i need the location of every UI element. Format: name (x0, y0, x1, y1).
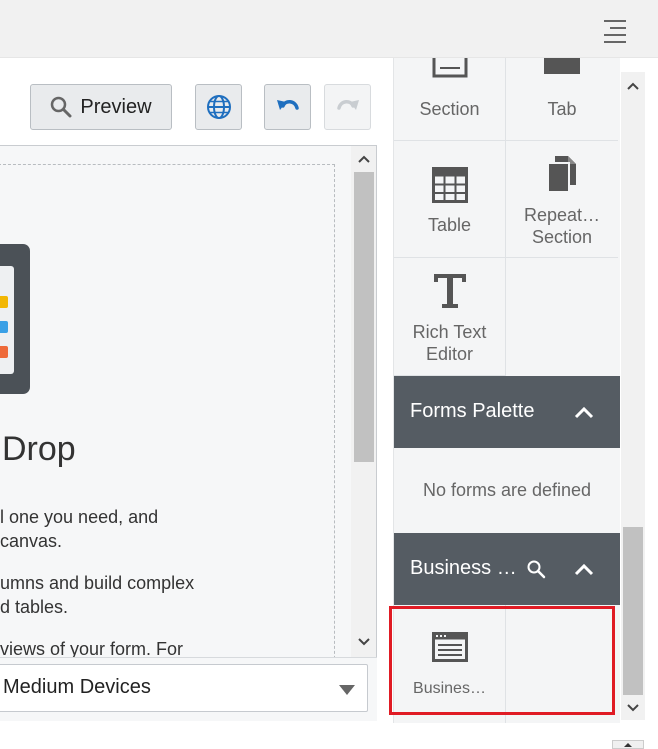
device-size-value: Medium Devices (3, 676, 151, 698)
scroll-down-icon[interactable] (623, 698, 643, 718)
menu-icon[interactable] (600, 18, 626, 43)
undo-icon (276, 100, 299, 110)
device-size-select[interactable]: Medium Devices (0, 664, 368, 712)
rich-text-icon (434, 274, 466, 308)
chevron-up-icon[interactable] (574, 405, 594, 419)
tile-label: Section (419, 99, 480, 119)
section-icon (432, 58, 468, 78)
scroll-up-icon[interactable] (354, 149, 374, 169)
canvas-text-line: d tables. (0, 597, 69, 617)
globe-icon (206, 95, 231, 119)
scroll-down-icon[interactable] (354, 632, 374, 652)
preview-button[interactable]: Preview (30, 84, 172, 130)
tile-label: Table (427, 215, 472, 235)
highlight-box (389, 606, 615, 715)
palette-tile-section[interactable]: Section (394, 58, 506, 141)
canvas-scrollbar[interactable] (351, 146, 376, 658)
table-icon (432, 167, 468, 203)
form-canvas[interactable]: Drop l one you need, and canvas. umns an… (0, 145, 377, 721)
drag-drop-illustration (0, 244, 30, 394)
palette-tile-empty (506, 258, 618, 376)
preview-label: Preview (80, 95, 152, 118)
forms-palette-title: Forms Palette (410, 400, 535, 422)
canvas-heading: Drop (2, 430, 76, 468)
palette-tile-tab[interactable]: Tab (506, 58, 618, 141)
search-icon[interactable] (526, 559, 546, 579)
scrollbar-thumb[interactable] (623, 527, 643, 695)
redo-button[interactable] (324, 84, 371, 130)
palette-tile-table[interactable]: Table (394, 141, 506, 258)
scrollbar-thumb[interactable] (354, 172, 374, 462)
undo-button[interactable] (264, 84, 311, 130)
forms-palette-header[interactable]: Forms Palette (394, 376, 620, 448)
repeating-section-icon (547, 156, 576, 193)
tile-label: Section (531, 227, 593, 247)
tile-label: Repeat… (523, 205, 601, 225)
top-bar (0, 0, 658, 58)
chevron-up-icon[interactable] (574, 562, 594, 576)
redo-icon (336, 100, 359, 110)
canvas-text-line: canvas. (0, 531, 63, 551)
tile-label: Editor (425, 344, 474, 364)
palette-tile-rich-text[interactable]: Rich Text Editor (394, 258, 506, 376)
business-objects-header[interactable]: Business … (394, 533, 620, 605)
palette-scrollbar[interactable] (621, 72, 645, 720)
tab-icon (544, 58, 580, 74)
palette-tile-repeating-section[interactable]: Repeat… Section (506, 141, 618, 258)
scroll-up-icon[interactable] (623, 76, 643, 96)
magnifier-icon (51, 96, 72, 118)
chevron-down-icon (339, 685, 355, 695)
canvas-text-line: l one you need, and (0, 507, 159, 527)
tile-label: Tab (547, 99, 577, 119)
canvas-text-line: umns and build complex (0, 573, 195, 593)
tile-label: Rich Text (412, 322, 487, 342)
business-objects-title: Business … (410, 557, 517, 579)
no-forms-message: No forms are defined (422, 480, 592, 500)
device-bar: Medium Devices (0, 657, 377, 721)
collapse-button[interactable] (612, 740, 644, 749)
translation-button[interactable] (195, 84, 242, 130)
